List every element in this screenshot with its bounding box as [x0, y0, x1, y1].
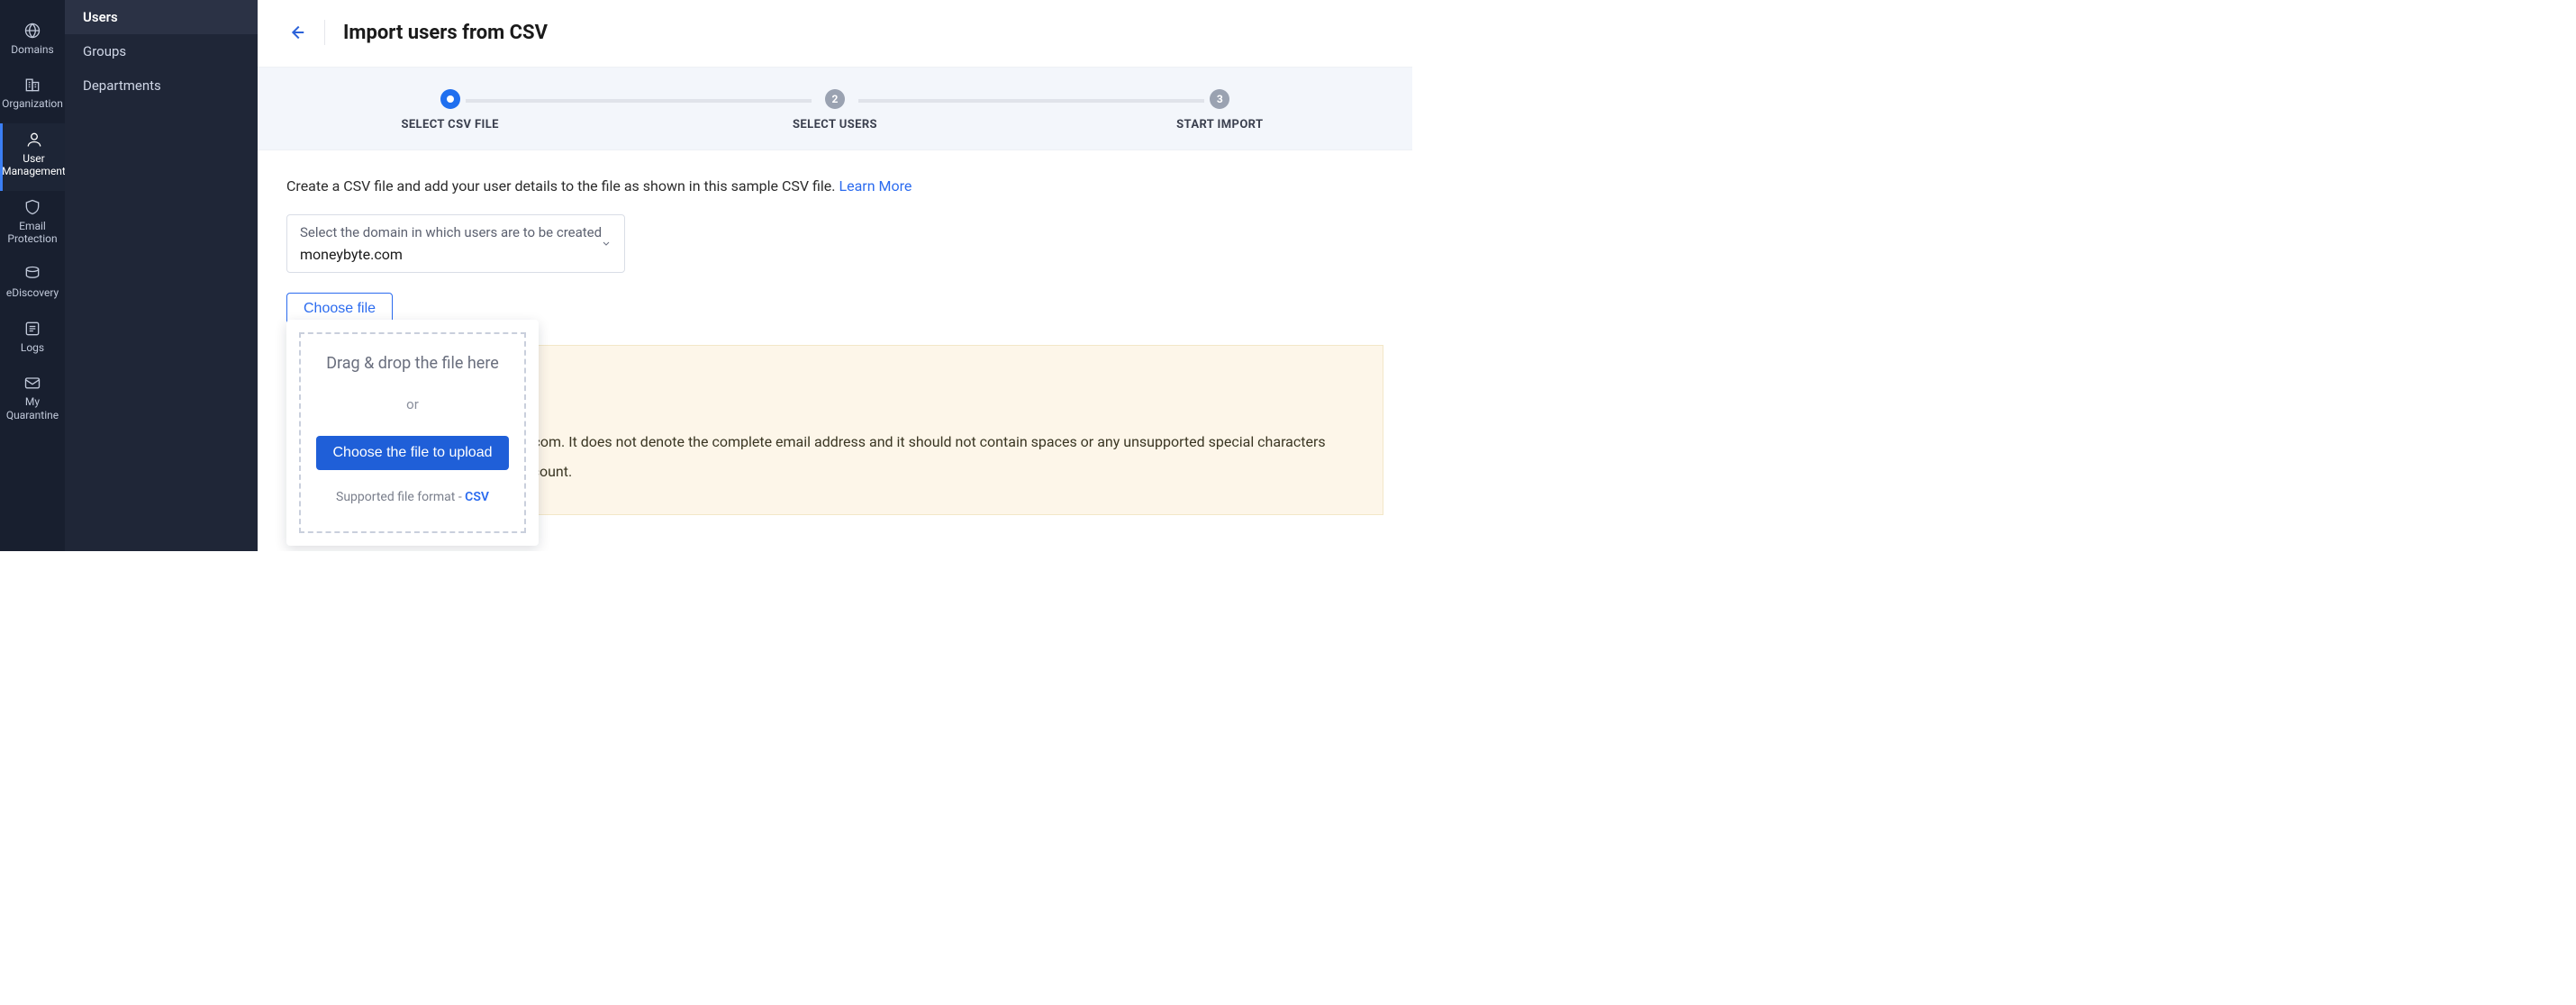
- step-3: 3 START IMPORT: [1028, 89, 1412, 131]
- rail-label: My: [25, 395, 40, 408]
- drop-support-text: Supported file format -: [336, 490, 465, 504]
- learn-more-link[interactable]: Learn More: [839, 177, 912, 195]
- rail-label: Email: [19, 220, 46, 232]
- rail-label2: Quarantine: [6, 409, 59, 421]
- domain-select[interactable]: Select the domain in which users are to …: [286, 214, 625, 273]
- step-circle: 3: [1210, 89, 1229, 109]
- rail-item-ediscovery[interactable]: eDiscovery: [0, 258, 65, 312]
- mail-icon: [23, 374, 41, 392]
- rail-item-my-quarantine[interactable]: My Quarantine: [0, 367, 65, 434]
- icon-rail: Domains Organization User Management Ema…: [0, 0, 65, 551]
- user-icon: [25, 131, 43, 149]
- rail-label: Organization: [2, 97, 63, 110]
- stepper: SELECT CSV FILE 2 SELECT USERS 3 START I…: [258, 67, 1412, 150]
- rail-item-user-management[interactable]: User Management: [0, 123, 65, 191]
- step-label: SELECT CSV FILE: [401, 118, 498, 131]
- topbar: Import users from CSV: [258, 0, 1412, 67]
- domain-select-value: moneybyte.com: [300, 246, 612, 263]
- drop-support-format: CSV: [465, 490, 489, 504]
- rail-item-logs[interactable]: Logs: [0, 312, 65, 367]
- globe-icon: [23, 22, 41, 40]
- submenu-item-departments[interactable]: Departments: [65, 68, 258, 103]
- intro-text-span: Create a CSV file and add your user deta…: [286, 177, 839, 195]
- page-title: Import users from CSV: [343, 22, 548, 44]
- step-label: START IMPORT: [1176, 118, 1263, 131]
- rail-label: User: [23, 152, 44, 165]
- content: Create a CSV file and add your user deta…: [258, 150, 1412, 551]
- step-label: SELECT USERS: [793, 118, 877, 131]
- rail-label: Domains: [11, 43, 54, 56]
- rail-item-email-protection[interactable]: Email Protection: [0, 191, 65, 258]
- submenu-item-groups[interactable]: Groups: [65, 34, 258, 68]
- rail-label: Logs: [21, 341, 44, 354]
- drop-support: Supported file format - CSV: [313, 490, 512, 504]
- drop-title: Drag & drop the file here: [313, 354, 512, 373]
- file-drop-area[interactable]: Drag & drop the file here or Choose the …: [299, 332, 526, 533]
- rail-label2: Management: [2, 165, 66, 177]
- file-drop-popover: Drag & drop the file here or Choose the …: [286, 320, 539, 546]
- choose-file-upload-button[interactable]: Choose the file to upload: [316, 436, 508, 470]
- rail-item-domains[interactable]: Domains: [0, 14, 65, 68]
- main: Import users from CSV SELECT CSV FILE 2 …: [258, 0, 1412, 551]
- list-icon: [23, 320, 41, 338]
- archive-icon: [23, 265, 41, 283]
- step-1: SELECT CSV FILE: [258, 89, 642, 131]
- back-icon[interactable]: [286, 23, 306, 42]
- submenu-item-users[interactable]: Users: [65, 0, 258, 34]
- step-circle: 2: [825, 89, 845, 109]
- building-icon: [23, 76, 41, 94]
- rail-label2: Protection: [7, 232, 57, 245]
- intro-text: Create a CSV file and add your user deta…: [286, 177, 1383, 195]
- topbar-divider: [324, 20, 325, 45]
- domain-select-label: Select the domain in which users are to …: [300, 224, 612, 240]
- chevron-down-icon: [601, 235, 612, 252]
- rail-item-organization[interactable]: Organization: [0, 68, 65, 122]
- submenu: Users Groups Departments: [65, 0, 258, 551]
- step-circle-active: [440, 89, 460, 109]
- shield-icon: [23, 198, 41, 216]
- step-2: 2 SELECT USERS: [642, 89, 1027, 131]
- rail-label: eDiscovery: [6, 286, 59, 299]
- drop-or: or: [313, 396, 512, 412]
